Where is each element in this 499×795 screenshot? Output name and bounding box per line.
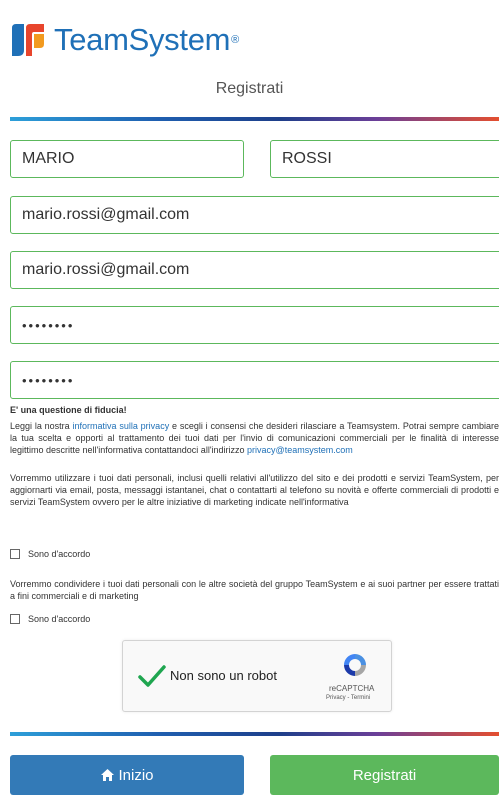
privacy-paragraph-3: Vorremmo condividere i tuoi dati persona… [10,579,499,601]
brand-name: TeamSystem [54,22,231,57]
last-name-field[interactable]: ROSSI [270,140,499,178]
bottom-divider [10,732,499,736]
consent-marketing-label: Sono d'accordo [28,549,91,559]
consent-sharing-label: Sono d'accordo [28,614,91,624]
privacy-text-start: Leggi la nostra [10,421,73,431]
recaptcha-widget[interactable]: Non sono un robot reCAPTCHA Privacy - Te… [122,640,392,712]
register-button[interactable]: Registrati [270,755,499,795]
privacy-policy-link[interactable]: informativa sulla privacy [73,421,170,431]
home-button-label: Inizio [118,766,154,784]
home-icon [101,769,115,781]
password-field[interactable]: •••••••• [10,306,499,344]
recaptcha-name: reCAPTCHA [329,684,375,693]
consent-sharing-checkbox[interactable] [10,614,20,624]
privacy-email-link[interactable]: privacy@teamsystem.com [247,445,353,455]
consent-marketing-row[interactable]: Sono d'accordo [10,549,90,559]
page-title: Registrati [215,80,284,97]
privacy-title: E' una questione di fiducia! [10,405,127,415]
top-divider [10,117,499,121]
teamsystem-logo: TeamSystem ® [10,20,239,60]
first-name-field[interactable]: MARIO [10,140,244,178]
recaptcha-logo-icon [344,654,366,676]
privacy-paragraph-1: Leggi la nostra informativa sulla privac… [10,420,499,458]
home-button[interactable]: Inizio [10,755,244,795]
privacy-paragraph-2: Vorremmo utilizzare i tuoi dati personal… [10,473,499,507]
consent-sharing-row[interactable]: Sono d'accordo [10,614,90,624]
registered-mark: ® [231,34,240,46]
recaptcha-links[interactable]: Privacy - Termini [326,695,370,701]
consent-marketing-checkbox[interactable] [10,549,20,559]
teamsystem-logo-icon [12,24,44,56]
checkmark-icon[interactable] [137,663,167,689]
email-confirm-field[interactable]: mario.rossi@gmail.com [10,251,499,289]
recaptcha-label: Non sono un robot [170,668,277,683]
email-field[interactable]: mario.rossi@gmail.com [10,196,499,234]
password-confirm-field[interactable]: •••••••• [10,361,499,399]
